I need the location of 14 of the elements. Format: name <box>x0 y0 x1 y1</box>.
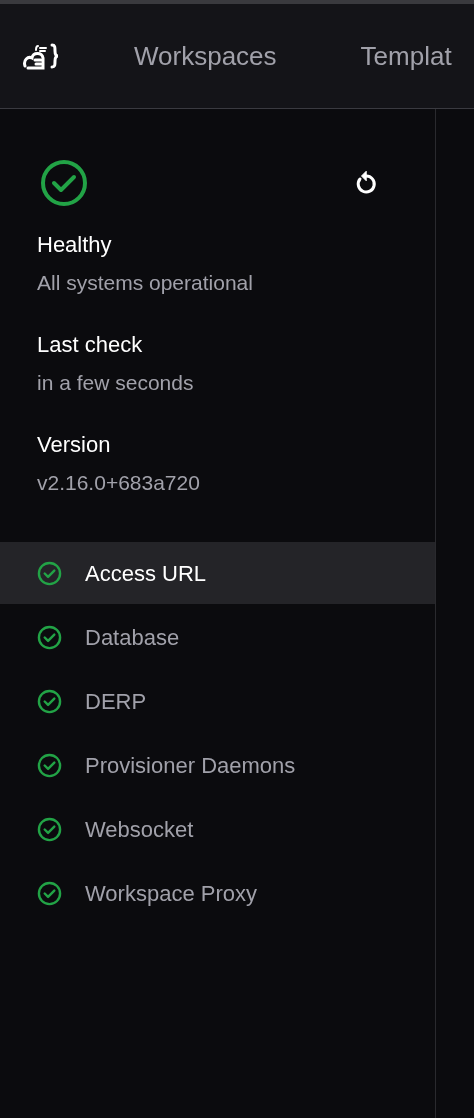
nav-link[interactable]: Templat <box>360 36 452 76</box>
field-value: All systems operational <box>37 270 254 296</box>
nav-link[interactable]: Workspaces <box>134 36 277 76</box>
field-value: v2.16.0+683a720 <box>37 470 201 496</box>
health-check-item[interactable]: Provisioner Daemons <box>0 734 435 796</box>
field-label: Healthy <box>37 231 113 259</box>
field-value: in a few seconds <box>37 370 195 396</box>
health-check-item[interactable]: Websocket <box>0 798 435 860</box>
health-check-item[interactable]: Access URL <box>0 542 435 604</box>
health-check-item[interactable]: Database <box>0 606 435 668</box>
health-check-item[interactable]: DERP <box>0 670 435 732</box>
field-label: Last check <box>37 331 144 359</box>
field-label: Version <box>37 431 112 459</box>
health-check-item[interactable]: Workspace Proxy <box>0 862 435 924</box>
